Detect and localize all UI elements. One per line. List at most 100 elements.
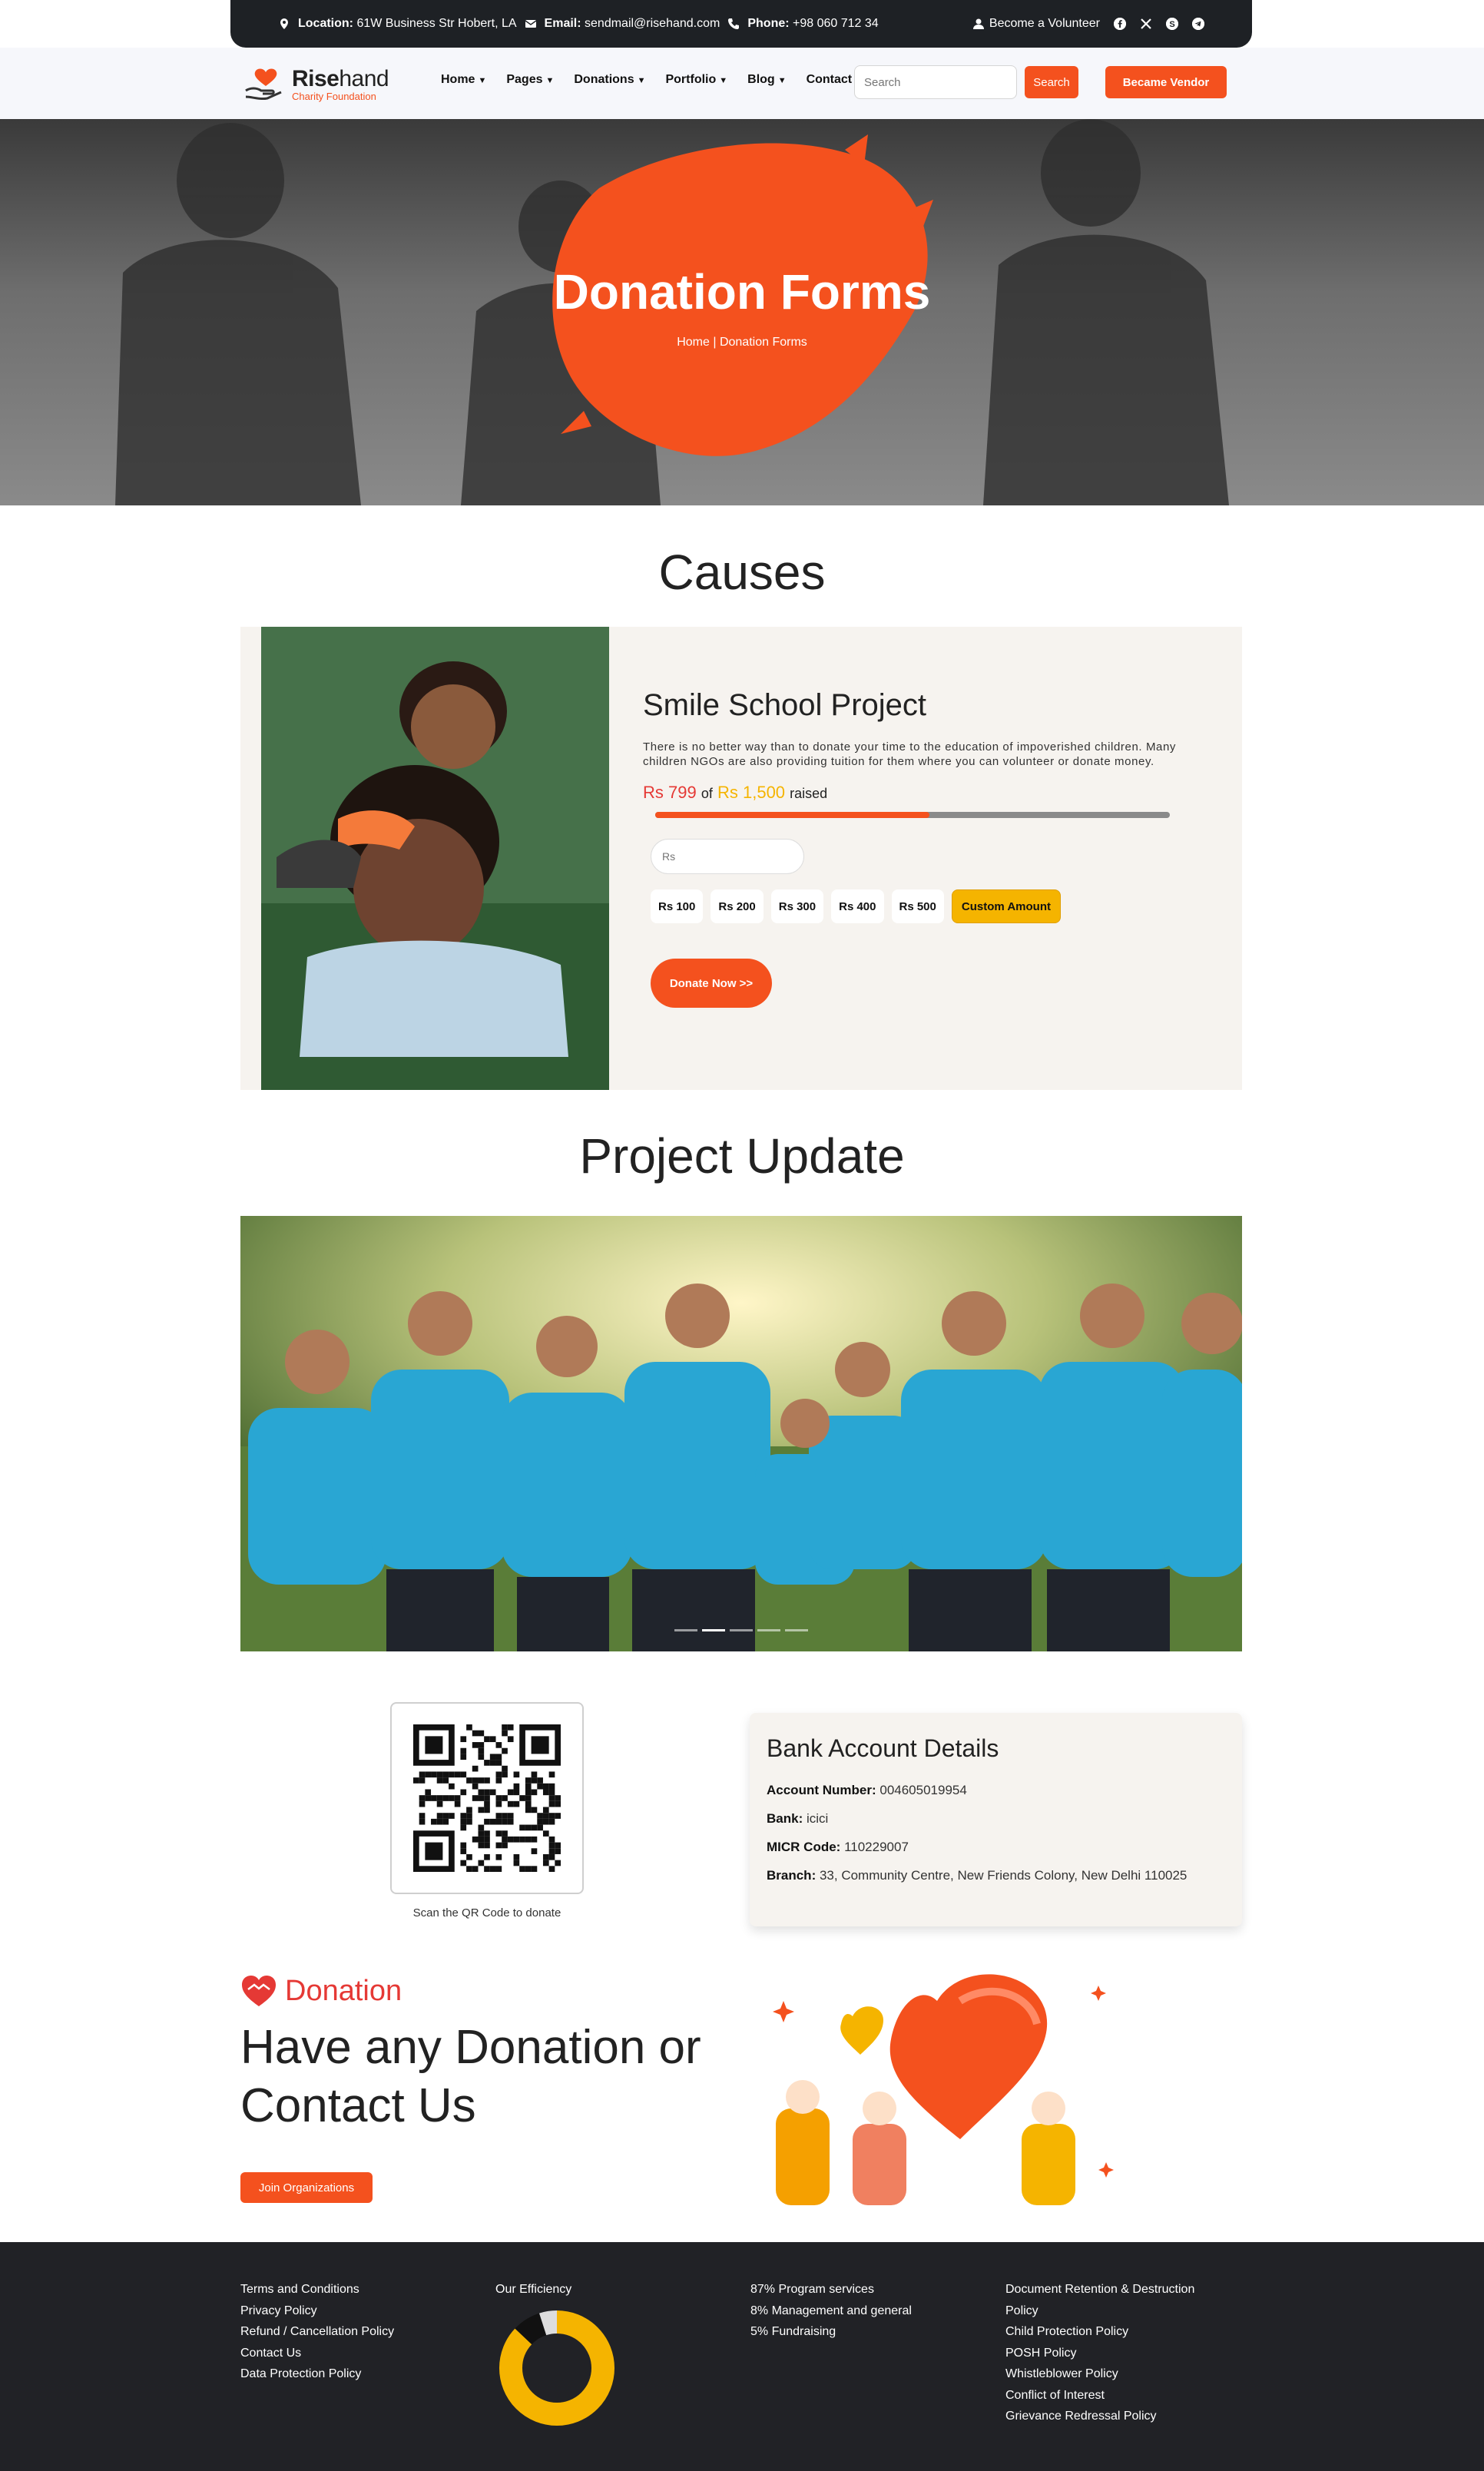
volunteers-photo-image xyxy=(240,1216,1242,1651)
donate-now-button[interactable]: Donate Now >> xyxy=(651,959,772,1008)
bank-row-label: Bank: xyxy=(767,1811,803,1826)
amount-100-button[interactable]: Rs 100 xyxy=(651,889,704,923)
slider-dot[interactable] xyxy=(730,1629,753,1631)
breadcrumb: Home | Donation Forms xyxy=(677,336,807,349)
footer-link[interactable]: Grievance Redressal Policy xyxy=(1005,2406,1194,2427)
bank-row-value: 004605019954 xyxy=(879,1783,967,1797)
menu-item-donations[interactable]: Donations ▼ xyxy=(574,73,645,87)
donation-label-text: Donation xyxy=(285,1974,402,2007)
footer-link[interactable]: Whistleblower Policy xyxy=(1005,2363,1194,2385)
menu-item-contact[interactable]: Contact xyxy=(807,73,853,87)
brand-logo[interactable]: Risehand Charity Foundation xyxy=(243,65,389,103)
menu-item-pages[interactable]: Pages ▼ xyxy=(506,73,554,87)
chevron-down-icon: ▼ xyxy=(478,76,487,85)
menu-item-label: Home xyxy=(441,73,475,86)
raised-summary: Rs 799 of Rs 1,500 raised xyxy=(643,783,1211,803)
bank-row-branch: Branch: 33, Community Centre, New Friend… xyxy=(767,1868,1225,1883)
footer-link[interactable]: Privacy Policy xyxy=(240,2300,394,2322)
goal-amount: Rs 1,500 xyxy=(717,783,786,802)
page: Location: 61W Business Str Hobert, LA Em… xyxy=(0,0,1484,2471)
bank-details-card: Bank Account Details Account Number: 004… xyxy=(750,1713,1242,1926)
custom-amount-button[interactable]: Custom Amount xyxy=(951,889,1061,923)
brand-tagline: Charity Foundation xyxy=(292,90,376,102)
amount-500-button[interactable]: Rs 500 xyxy=(891,889,944,923)
donation-label: Donation xyxy=(240,1974,402,2008)
chevron-down-icon: ▼ xyxy=(719,76,728,85)
bank-row-micr: MICR Code: 110229007 xyxy=(767,1840,1225,1855)
menu-item-label: Donations xyxy=(574,73,634,86)
cause-photo xyxy=(261,627,609,1090)
slider-dots xyxy=(674,1629,808,1631)
search-input[interactable] xyxy=(854,65,1017,99)
causes-heading: Causes xyxy=(658,545,826,600)
bank-details-title: Bank Account Details xyxy=(767,1734,999,1762)
children-photo-image xyxy=(261,627,609,1090)
donation-heading-line1: Have any Donation or xyxy=(240,2021,701,2074)
main-menu: Home ▼ Pages ▼ Donations ▼ Portfolio ▼ Blog ▼… xyxy=(441,73,852,87)
cause-description: There is no better way than to donate yo… xyxy=(643,740,1177,768)
footer-link[interactable]: Contact Us xyxy=(240,2343,394,2364)
bank-row-bank: Bank: icici xyxy=(767,1811,1225,1827)
facebook-icon[interactable] xyxy=(1114,18,1126,30)
raised-word: raised xyxy=(790,786,828,801)
menu-item-home[interactable]: Home ▼ xyxy=(441,73,486,87)
footer-link[interactable]: Terms and Conditions xyxy=(240,2279,394,2300)
join-organizations-button[interactable]: Join Organizations xyxy=(240,2172,373,2203)
footer-link[interactable]: Data Protection Policy xyxy=(240,2363,394,2385)
email-value[interactable]: sendmail@risehand.com xyxy=(585,17,720,30)
hero-banner: Donation Forms Home | Donation Forms xyxy=(0,119,1484,505)
user-icon xyxy=(972,18,984,29)
bank-row-account: Account Number: 004605019954 xyxy=(767,1783,1225,1798)
telegram-icon[interactable] xyxy=(1192,18,1204,30)
slider-dot[interactable] xyxy=(785,1629,808,1631)
preset-amounts: Rs 100 Rs 200 Rs 300 Rs 400 Rs 500 Custo… xyxy=(651,889,1211,923)
phone-label: Phone: xyxy=(747,17,790,30)
hero-title: Donation Forms xyxy=(553,264,931,320)
project-slider[interactable] xyxy=(240,1216,1242,1651)
slider-dot-active[interactable] xyxy=(702,1629,725,1631)
menu-item-label: Contact xyxy=(806,73,853,86)
footer-link[interactable]: Policy xyxy=(1005,2300,1194,2322)
footer-link[interactable]: Document Retention & Destruction xyxy=(1005,2279,1194,2300)
become-volunteer-link[interactable]: Become a Volunteer xyxy=(972,17,1100,31)
bank-row-value: 33, Community Centre, New Friends Colony… xyxy=(819,1868,1188,1883)
footer-links-policies: Document Retention & Destruction Policy … xyxy=(1005,2279,1194,2427)
search-button[interactable]: Search xyxy=(1025,66,1078,98)
cause-details: Smile School Project There is no better … xyxy=(643,688,1211,1008)
menu-item-blog[interactable]: Blog ▼ xyxy=(747,73,786,87)
cause-title: Smile School Project xyxy=(643,688,927,722)
main-navbar: Risehand Charity Foundation Home ▼ Pages ▼… xyxy=(0,48,1484,119)
x-twitter-icon[interactable] xyxy=(1140,18,1152,30)
envelope-icon xyxy=(525,20,536,28)
become-volunteer-label: Become a Volunteer xyxy=(989,17,1100,30)
project-update-heading: Project Update xyxy=(579,1128,905,1184)
svg-text:S: S xyxy=(1169,20,1174,29)
amount-200-button[interactable]: Rs 200 xyxy=(711,889,764,923)
raised-of: of xyxy=(701,786,713,801)
footer-link[interactable]: Refund / Cancellation Policy xyxy=(240,2321,394,2343)
phone-value[interactable]: +98 060 712 34 xyxy=(793,17,879,30)
footer-link[interactable]: Conflict of Interest xyxy=(1005,2385,1194,2406)
menu-item-portfolio[interactable]: Portfolio ▼ xyxy=(665,73,727,87)
footer-link[interactable]: Child Protection Policy xyxy=(1005,2321,1194,2343)
slider-dot[interactable] xyxy=(757,1629,780,1631)
amount-400-button[interactable]: Rs 400 xyxy=(831,889,884,923)
heart-handshake-icon xyxy=(242,1976,276,2006)
bank-row-label: MICR Code: xyxy=(767,1840,841,1854)
skype-icon[interactable]: S xyxy=(1166,18,1178,30)
donation-amount-input[interactable] xyxy=(651,839,804,874)
became-vendor-button[interactable]: Became Vendor xyxy=(1105,66,1227,98)
brand-name-bold: Rise xyxy=(292,65,340,91)
bank-row-value: icici xyxy=(806,1811,829,1826)
contact-info: Location: 61W Business Str Hobert, LA Em… xyxy=(278,17,879,31)
efficiency-item: 8% Management and general xyxy=(750,2304,912,2317)
bank-row-label: Account Number: xyxy=(767,1783,876,1797)
bank-row-value: 110229007 xyxy=(844,1840,909,1854)
footer-efficiency-breakdown: 87% Program services 8% Management and g… xyxy=(750,2279,912,2343)
amount-300-button[interactable]: Rs 300 xyxy=(770,889,824,923)
footer-link[interactable]: POSH Policy xyxy=(1005,2343,1194,2364)
location-label: Location: xyxy=(298,17,353,30)
progress-fill xyxy=(655,812,930,818)
slider-dot[interactable] xyxy=(674,1629,697,1631)
location-value: 61W Business Str Hobert, LA xyxy=(356,17,517,30)
